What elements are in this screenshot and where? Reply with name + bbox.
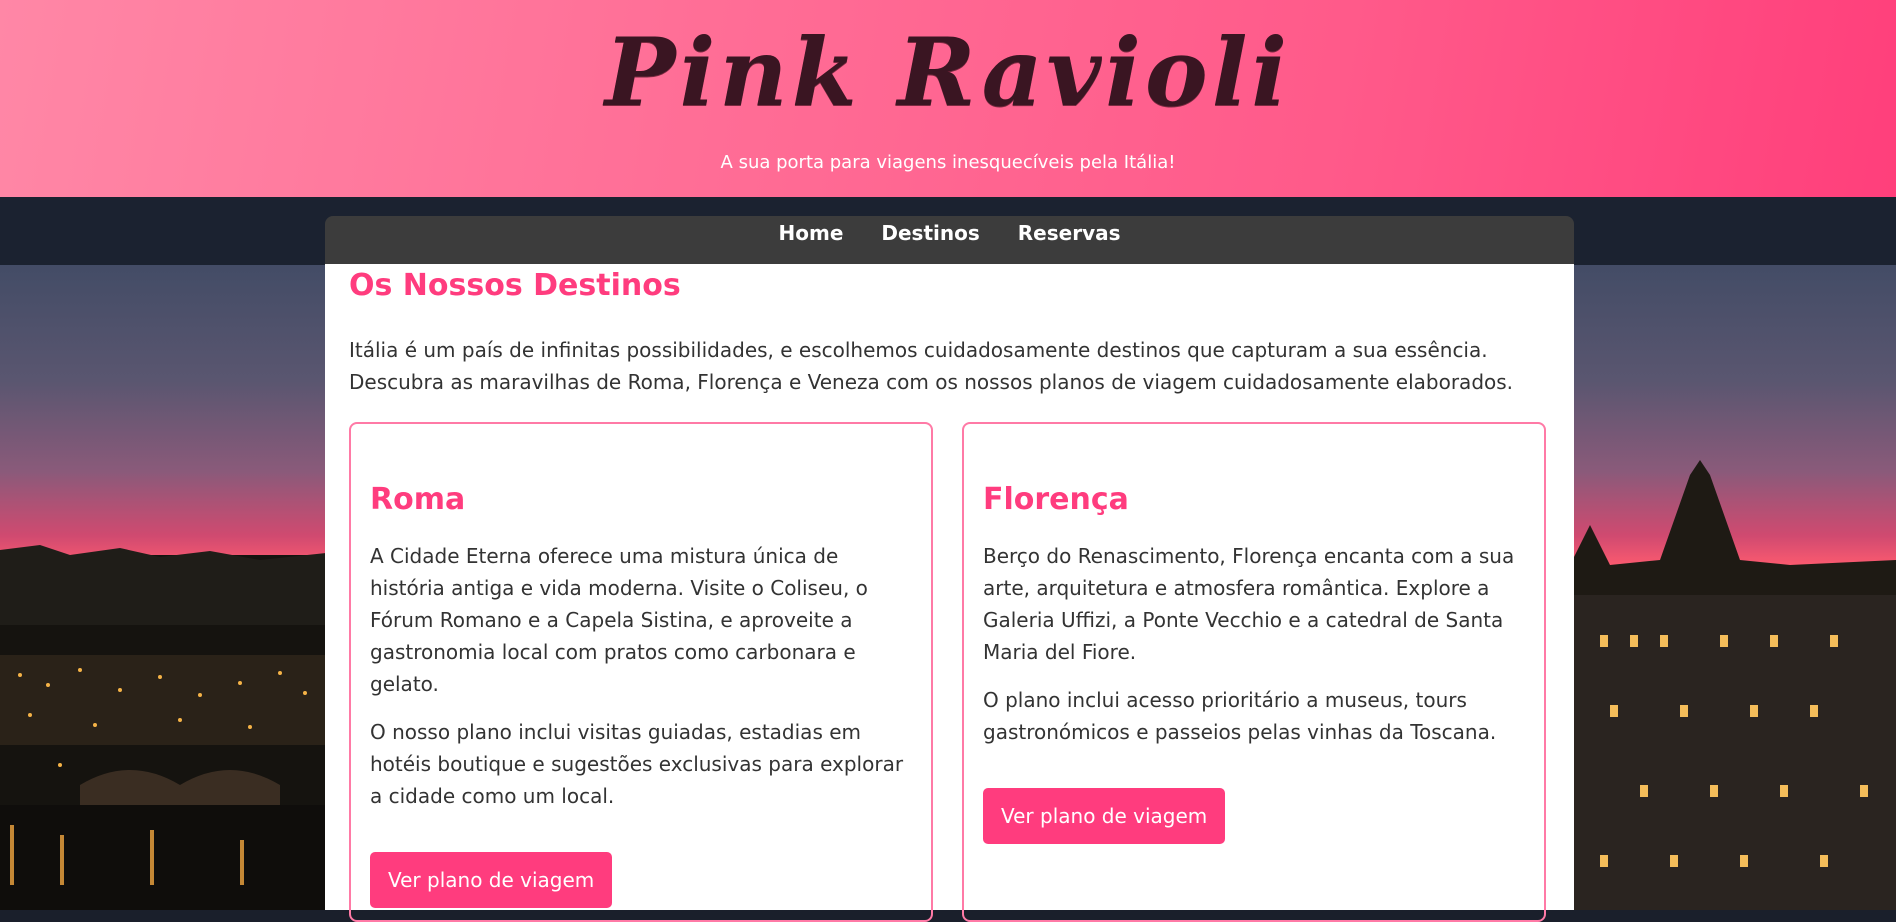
card-plan-details: O plano inclui acesso prioritário a muse…	[983, 688, 1497, 744]
card-title: Roma	[370, 482, 466, 517]
site-logo[interactable]: Pink Ravioli	[0, 18, 1896, 128]
card-description: A Cidade Eterna oferece uma mistura únic…	[370, 544, 868, 696]
intro-text: Itália é um país de infinitas possibilid…	[349, 338, 1514, 394]
city-skyline-left-image	[0, 545, 326, 910]
destination-card-roma: Roma A Cidade Eterna oferece uma mistura…	[349, 422, 933, 922]
nav-destinos-link[interactable]: Destinos	[881, 221, 979, 245]
tagline: A sua porta para viagens inesquecíveis p…	[720, 152, 1176, 173]
destination-card-florenca: Florença Berço do Renascimento, Florença…	[962, 422, 1546, 922]
main-content: Os Nossos Destinos Itália é um país de i…	[325, 264, 1574, 922]
card-description: Berço do Renascimento, Florença encanta …	[983, 544, 1515, 664]
city-skyline-right-image	[1570, 460, 1896, 910]
nav-reservas-link[interactable]: Reservas	[1018, 221, 1121, 245]
main-nav: Home Destinos Reservas	[325, 216, 1574, 264]
florenca-view-plan-button[interactable]: Ver plano de viagem	[983, 788, 1226, 844]
nav-home-link[interactable]: Home	[779, 221, 844, 245]
page-title: Os Nossos Destinos	[349, 268, 681, 303]
roma-view-plan-button[interactable]: Ver plano de viagem	[370, 852, 613, 908]
card-plan-details: O nosso plano inclui visitas guiadas, es…	[370, 720, 904, 808]
card-title: Florença	[983, 482, 1129, 517]
site-header: Pink Ravioli A sua porta para viagens in…	[0, 0, 1896, 197]
